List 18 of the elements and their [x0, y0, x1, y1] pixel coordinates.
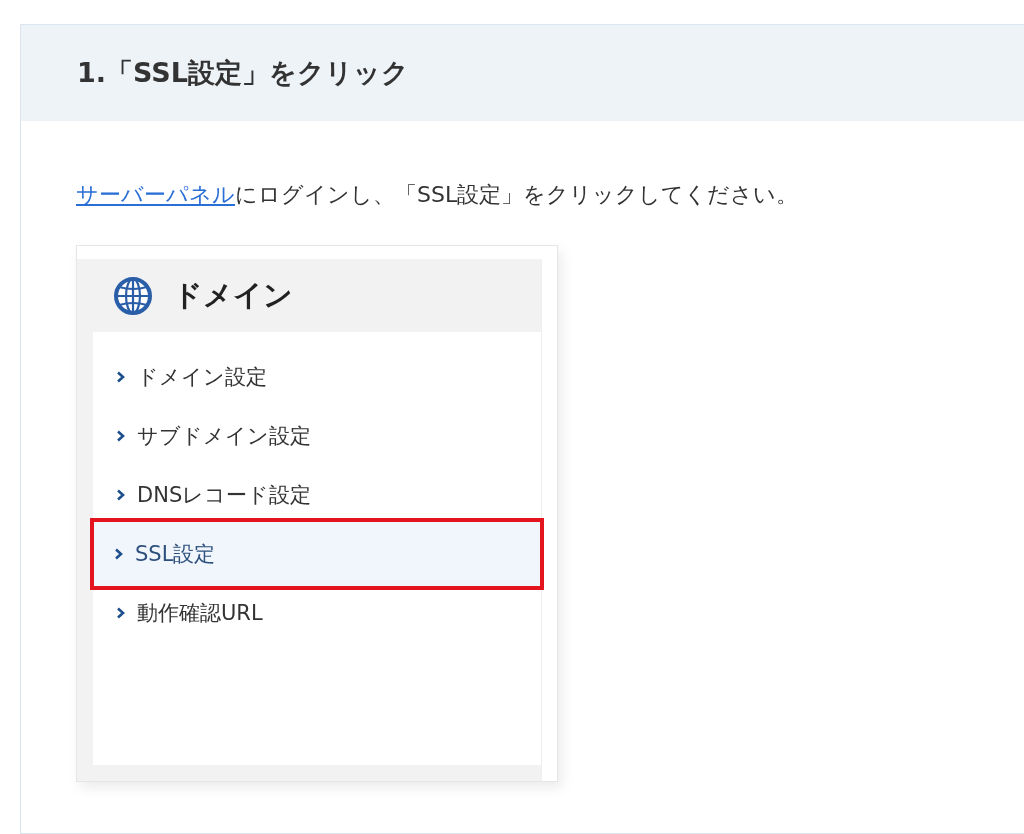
step-title: 1.「SSL設定」をクリック: [77, 56, 409, 90]
menu-item-label: SSL設定: [135, 541, 216, 568]
chevron-icon: [116, 488, 125, 501]
menu-item-label: ドメイン設定: [137, 363, 267, 391]
menu-item[interactable]: SSL設定: [90, 518, 544, 590]
chevron-icon: [114, 548, 123, 560]
menu-item-label: 動作確認URL: [137, 599, 263, 627]
menu-item[interactable]: サブドメイン設定: [93, 406, 541, 465]
chevron-icon: [116, 606, 125, 619]
menu-item-label: サブドメイン設定: [137, 422, 311, 450]
chevron-icon: [116, 370, 125, 383]
panel-title: ドメイン: [173, 276, 293, 314]
server-panel-link[interactable]: サーバーパネル: [76, 182, 235, 207]
instruction-text: サーバーパネルにログインし、「SSL設定」をクリックしてください。: [76, 181, 800, 209]
globe-icon: [113, 275, 153, 316]
menu-item-label: DNSレコード設定: [137, 481, 312, 509]
chevron-icon: [116, 429, 125, 442]
menu-item[interactable]: ドメイン設定: [93, 347, 541, 406]
